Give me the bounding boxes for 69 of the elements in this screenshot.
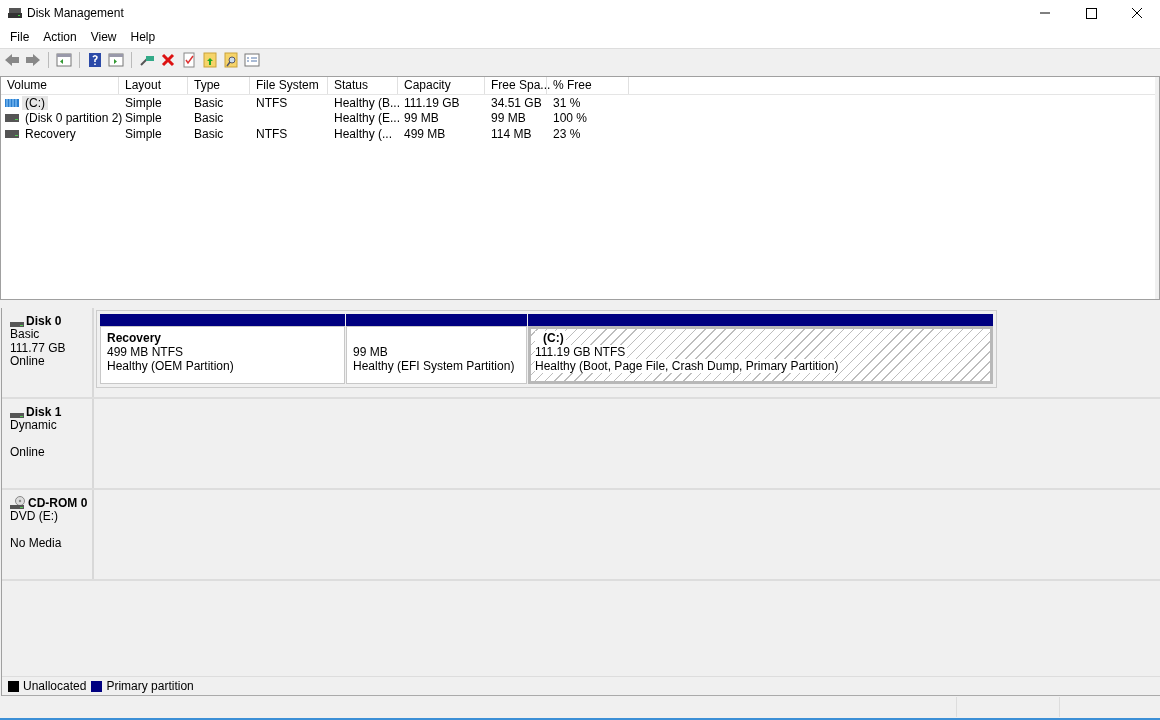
table-cell: 111.19 GB	[404, 95, 460, 110]
back-arrow-icon[interactable]	[3, 51, 21, 69]
folder-up-icon[interactable]	[201, 51, 219, 69]
column-header[interactable]: Layout	[119, 77, 188, 94]
table-cell: 99 MB	[404, 111, 439, 126]
table-cell: 23 %	[553, 126, 581, 141]
table-cell: Healthy (E...	[334, 111, 401, 126]
disk-name: Disk 0	[26, 314, 62, 328]
column-header[interactable]: Status	[328, 77, 398, 94]
partition-name: Recovery	[107, 331, 163, 345]
table-cell: Healthy (B...	[334, 95, 401, 110]
checklist-icon[interactable]	[180, 51, 198, 69]
column-header[interactable]: Capacity	[398, 77, 485, 94]
partition-status: Healthy (OEM Partition)	[107, 359, 234, 373]
partition-size: 499 MB NTFS	[107, 345, 185, 359]
console-tree-icon[interactable]	[55, 51, 73, 69]
table-cell: 99 MB	[491, 111, 526, 126]
menu-item[interactable]: Action	[36, 30, 84, 44]
table-cell: Simple	[125, 95, 162, 110]
column-header[interactable]: File System	[250, 77, 328, 94]
column-header[interactable]: Volume	[1, 77, 119, 94]
table-cell: NTFS	[256, 126, 288, 141]
drive-label[interactable]: Recovery	[22, 126, 79, 141]
menu-item[interactable]: Help	[123, 30, 163, 44]
forward-arrow-icon[interactable]	[24, 51, 42, 69]
table-cell: Basic	[194, 95, 224, 110]
table-cell: Basic	[194, 126, 224, 141]
table-cell: 31 %	[553, 95, 581, 110]
drive-label[interactable]: (C:)	[22, 95, 48, 110]
disk-name: Disk 1	[26, 405, 62, 419]
drive-icon	[5, 114, 19, 123]
disk-status: Online	[10, 355, 46, 369]
partition-size: 111.19 GB NTFS	[535, 345, 628, 359]
partition-status: Healthy (EFI System Partition)	[353, 359, 515, 373]
table-cell: NTFS	[256, 95, 288, 110]
disk-drive-icon	[10, 322, 24, 328]
folder-search-icon[interactable]	[222, 51, 240, 69]
table-cell: Healthy (...	[334, 126, 393, 141]
disk-name: CD-ROM 0	[28, 496, 88, 510]
menu-item[interactable]: View	[83, 30, 124, 44]
table-cell: Simple	[125, 126, 162, 141]
disk-capacity: 111.77 GB	[10, 341, 67, 355]
legend-label: Unallocated	[23, 679, 87, 693]
table-cell: 34.51 GB	[491, 95, 542, 110]
table-cell: 499 MB	[404, 126, 446, 141]
drive-icon	[5, 98, 19, 107]
disk-drive-icon	[10, 413, 24, 419]
partition-name: (C:)	[535, 331, 566, 345]
drive-label[interactable]: (Disk 0 partition 2)	[22, 111, 126, 126]
table-cell: 100 %	[553, 111, 588, 126]
disk-status: Online	[10, 446, 46, 460]
drive-icon	[5, 129, 19, 138]
help-icon[interactable]	[86, 51, 104, 69]
table-cell: Simple	[125, 111, 162, 126]
partition-status: Healthy (Boot, Page File, Crash Dump, Primary Partition)	[535, 359, 841, 373]
disk-type: DVD (E:)	[10, 510, 59, 524]
table-cell: 114 MB	[491, 126, 532, 141]
delete-icon[interactable]	[159, 51, 177, 69]
column-header[interactable]: Type	[188, 77, 250, 94]
partition-size: 99 MB	[353, 345, 389, 359]
cd-drive-icon	[10, 496, 26, 510]
disk-management-icon	[7, 5, 23, 21]
disk-type: Basic	[10, 328, 41, 342]
disk-type: Dynamic	[10, 419, 58, 433]
table-cell: Basic	[194, 111, 224, 126]
disk-status: No Media	[10, 537, 63, 551]
legend-label: Primary partition	[106, 679, 194, 693]
menu-item[interactable]: File	[3, 30, 37, 44]
window-title: Disk Management	[27, 6, 124, 20]
